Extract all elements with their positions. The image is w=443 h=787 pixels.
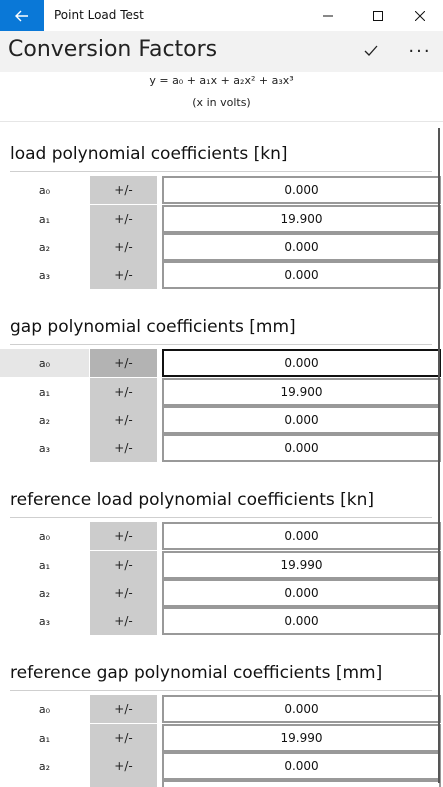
coefficient-input[interactable]: 0.000 <box>162 233 441 261</box>
coefficient-input[interactable]: 19.990 <box>162 724 441 752</box>
scrollbar-thumb[interactable] <box>438 128 440 783</box>
coefficient-row: a₁ +/- 19.990 <box>0 724 443 752</box>
sign-toggle-button[interactable]: +/- <box>90 349 157 377</box>
coefficient-input[interactable]: 0.000 <box>162 261 441 289</box>
coefficient-row: a₀ +/- 0.000 <box>0 176 443 204</box>
coefficient-label: a₃ <box>38 268 51 282</box>
more-icon: ··· <box>408 40 432 62</box>
coefficient-label: a₁ <box>38 558 51 572</box>
coefficient-input[interactable]: 0.000 <box>162 434 441 462</box>
conversion-factors-content: y = a₀ + a₁x + a₂x² + a₃x³ (x in volts) … <box>0 72 443 787</box>
section-rule <box>10 690 432 691</box>
sign-toggle-button[interactable]: +/- <box>90 607 157 635</box>
window-titlebar: Point Load Test <box>0 0 443 32</box>
sign-toggle-button[interactable]: +/- <box>90 695 157 723</box>
coefficient-row: a₃ +/- 0.000 <box>0 434 443 462</box>
sign-toggle-button[interactable]: +/- <box>90 378 157 406</box>
section-rule <box>10 344 432 345</box>
coefficient-row: a₁ +/- 19.990 <box>0 551 443 579</box>
sign-toggle-button[interactable]: +/- <box>90 579 157 607</box>
coefficient-input[interactable]: 19.900 <box>162 205 441 233</box>
more-options-button[interactable]: ··· <box>398 34 442 68</box>
coefficient-row: a₀ +/- 0.000 <box>0 522 443 550</box>
coefficient-input[interactable]: 19.990 <box>162 551 441 579</box>
coefficient-label: a₀ <box>38 529 51 543</box>
sign-toggle-button[interactable]: +/- <box>90 551 157 579</box>
coefficient-label: a₃ <box>38 441 51 455</box>
coefficient-label: a₃ <box>0 780 89 787</box>
close-button[interactable] <box>397 0 443 31</box>
section-title-load: load polynomial coefficients [kn] <box>10 144 288 164</box>
back-arrow-icon <box>15 10 28 21</box>
window-title: Point Load Test <box>54 8 144 22</box>
sign-toggle-button[interactable]: +/- <box>90 724 157 752</box>
section-title-reference-load: reference load polynomial coefficients [… <box>10 490 375 510</box>
minimize-button[interactable] <box>305 0 351 31</box>
coefficient-input[interactable]: 0.000 <box>162 522 441 550</box>
coefficient-label: a₂ <box>38 759 51 773</box>
close-icon <box>415 10 425 21</box>
formula: y = a₀ + a₁x + a₂x² + a₃x³ <box>149 74 294 87</box>
formula-note: (x in volts) <box>192 96 251 109</box>
sign-toggle-button[interactable]: +/- <box>90 406 157 434</box>
coefficient-label: a₀ <box>38 183 51 197</box>
coefficient-input[interactable] <box>162 780 441 787</box>
coefficient-label: a₀ <box>0 349 89 377</box>
section-rule <box>10 171 432 172</box>
section-title-reference-gap: reference gap polynomial coefficients [m… <box>10 663 383 683</box>
sign-toggle-button[interactable]: +/- <box>90 261 157 289</box>
coefficient-input[interactable]: 0.000 <box>162 176 441 204</box>
sign-toggle-button[interactable]: +/- <box>90 205 157 233</box>
sign-toggle-button[interactable]: +/- <box>90 233 157 261</box>
coefficient-row: a₃ +/- 0.000 <box>0 607 443 635</box>
coefficient-input[interactable]: 0.000 <box>162 579 441 607</box>
coefficient-row: a₂ +/- 0.000 <box>0 233 443 261</box>
coefficient-label: a₁ <box>38 731 51 745</box>
coefficient-label: a₁ <box>38 385 51 399</box>
app-bar: Conversion Factors ··· <box>0 31 443 72</box>
coefficient-row: a₃ +/- 0.000 <box>0 261 443 289</box>
minimize-icon <box>323 15 333 16</box>
sign-toggle-button[interactable]: +/- <box>90 176 157 204</box>
maximize-button[interactable] <box>355 0 401 31</box>
coefficient-label: a₃ <box>38 614 51 628</box>
coefficient-input[interactable]: 0.000 <box>162 695 441 723</box>
coefficient-row-selected: a₀ +/- 0.000 <box>0 349 443 377</box>
header-divider <box>0 121 443 122</box>
sign-toggle-button[interactable]: +/- <box>90 752 157 780</box>
coefficient-row: a₀ +/- 0.000 <box>0 695 443 723</box>
sign-toggle-button[interactable]: +/- <box>90 780 157 787</box>
section-title-gap: gap polynomial coefficients [mm] <box>10 317 296 337</box>
coefficient-input[interactable]: 0.000 <box>162 607 441 635</box>
coefficient-row: a₂ +/- 0.000 <box>0 406 443 434</box>
coefficient-label: a₁ <box>38 212 51 226</box>
coefficient-label: a₂ <box>38 586 51 600</box>
coefficient-row: a₁ +/- 19.900 <box>0 378 443 406</box>
coefficient-row: a₃ +/- <box>0 780 443 787</box>
page-title: Conversion Factors <box>8 37 218 62</box>
coefficient-row: a₂ +/- 0.000 <box>0 752 443 780</box>
coefficient-label: a₂ <box>38 240 51 254</box>
coefficient-row: a₂ +/- 0.000 <box>0 579 443 607</box>
sign-toggle-button[interactable]: +/- <box>90 522 157 550</box>
coefficient-input[interactable]: 0.000 <box>162 406 441 434</box>
back-button[interactable] <box>0 0 44 31</box>
sign-toggle-button[interactable]: +/- <box>90 434 157 462</box>
checkmark-icon <box>364 45 378 56</box>
maximize-icon <box>373 10 383 21</box>
coefficient-row: a₁ +/- 19.900 <box>0 205 443 233</box>
accept-button[interactable] <box>352 34 390 68</box>
coefficient-label: a₂ <box>38 413 51 427</box>
section-rule <box>10 517 432 518</box>
coefficient-input[interactable]: 0.000 <box>162 349 441 377</box>
coefficient-input[interactable]: 0.000 <box>162 752 441 780</box>
coefficient-label: a₀ <box>38 702 51 716</box>
coefficient-input[interactable]: 19.900 <box>162 378 441 406</box>
